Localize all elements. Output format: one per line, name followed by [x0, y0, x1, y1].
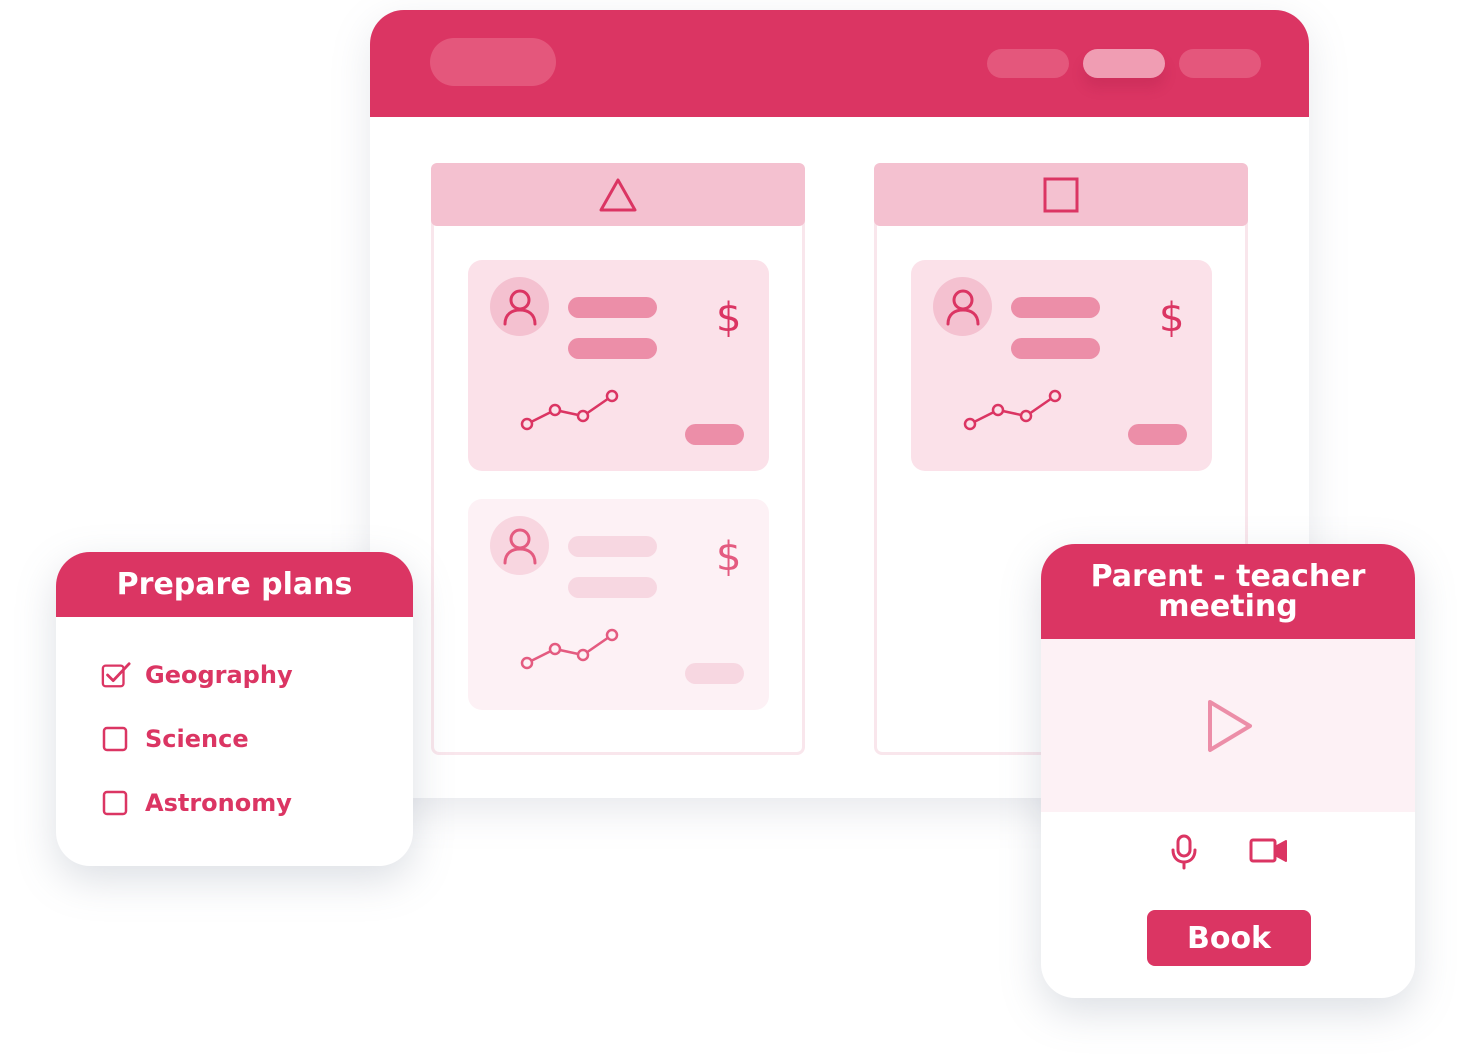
microphone-icon[interactable]: [1170, 834, 1198, 870]
avatar: [490, 516, 549, 575]
column-header[interactable]: [431, 163, 805, 226]
board-column-triangle: $ $: [431, 163, 805, 755]
board-card[interactable]: $: [911, 260, 1212, 471]
board-card[interactable]: $: [468, 499, 769, 710]
status-tag: [685, 424, 744, 445]
meeting-card: Parent - teacher meeting Book: [1041, 544, 1415, 998]
plans-title: Prepare plans: [56, 552, 413, 617]
currency-symbol: $: [716, 295, 742, 341]
currency-symbol: $: [1159, 295, 1185, 341]
text-placeholder-line: [568, 297, 657, 318]
checklist-item-geography[interactable]: Geography: [101, 660, 293, 690]
video-preview[interactable]: [1041, 639, 1415, 812]
nav-item-2-active[interactable]: [1083, 49, 1165, 78]
triangle-icon: [599, 178, 637, 211]
status-tag: [1128, 424, 1187, 445]
play-icon[interactable]: [1204, 698, 1254, 754]
board-card[interactable]: $: [468, 260, 769, 471]
checkbox-checked-icon[interactable]: [101, 660, 131, 690]
avatar: [933, 277, 992, 336]
logo-placeholder: [430, 38, 556, 86]
currency-symbol: $: [716, 534, 742, 580]
meeting-title: Parent - teacher meeting: [1041, 544, 1415, 639]
checklist-item-science[interactable]: Science: [101, 724, 249, 754]
checkbox-icon[interactable]: [101, 724, 131, 754]
prepare-plans-card: Prepare plans Geography Science Astronom…: [56, 552, 413, 866]
nav-item-3[interactable]: [1179, 49, 1261, 78]
video-camera-icon[interactable]: [1249, 837, 1289, 865]
nav-item-1[interactable]: [987, 49, 1069, 78]
title-bar: [370, 10, 1309, 117]
avatar: [490, 277, 549, 336]
text-placeholder-line: [1011, 297, 1100, 318]
text-placeholder-line: [568, 577, 657, 598]
checkbox-icon[interactable]: [101, 788, 131, 818]
checklist-label: Astronomy: [145, 789, 292, 817]
book-button[interactable]: Book: [1147, 910, 1311, 966]
text-placeholder-line: [568, 536, 657, 557]
user-icon: [503, 289, 536, 325]
sparkline-icon: [520, 628, 619, 670]
checklist-label: Geography: [145, 661, 293, 689]
text-placeholder-line: [1011, 338, 1100, 359]
text-placeholder-line: [568, 338, 657, 359]
user-icon: [503, 528, 536, 564]
sparkline-icon: [963, 389, 1062, 431]
sparkline-icon: [520, 389, 619, 431]
square-icon: [1043, 177, 1079, 212]
column-header[interactable]: [874, 163, 1248, 226]
user-icon: [946, 289, 979, 325]
checklist-label: Science: [145, 725, 249, 753]
checklist-item-astronomy[interactable]: Astronomy: [101, 788, 292, 818]
status-tag: [685, 663, 744, 684]
